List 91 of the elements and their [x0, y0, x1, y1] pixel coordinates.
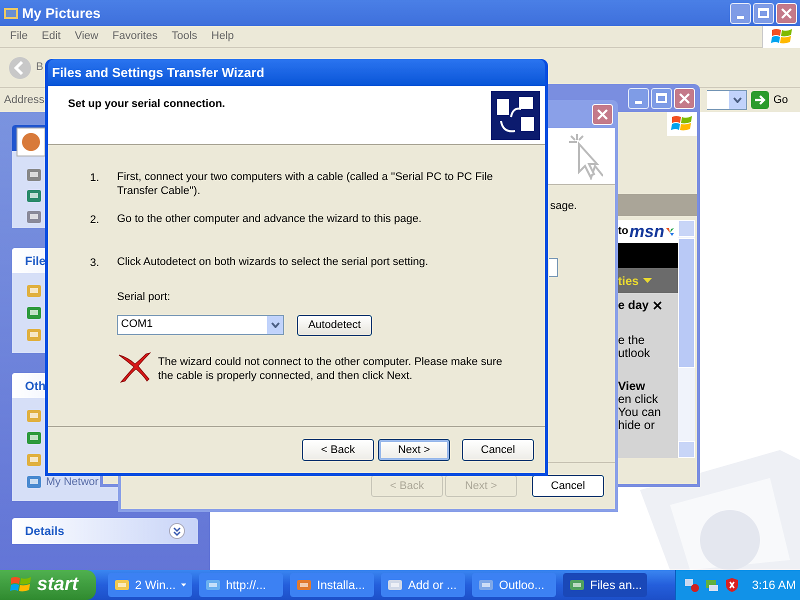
task-icon[interactable]	[26, 188, 42, 204]
msn-logo: msn	[629, 223, 664, 240]
taskbar-button[interactable]: Files an...	[563, 573, 647, 597]
panel-heading: e day	[618, 299, 649, 312]
picture-frame-icon	[16, 127, 46, 157]
taskbar-button[interactable]: Installa...	[290, 573, 374, 597]
go-button[interactable]: Go	[751, 91, 796, 109]
caret-icon	[180, 583, 186, 587]
menu-item[interactable]: File	[10, 28, 28, 45]
task-link[interactable]: My Networ	[46, 474, 99, 490]
task-icon[interactable]	[26, 209, 42, 225]
panel-heading: View	[618, 380, 646, 393]
taskbar-button[interactable]: http://...	[199, 573, 283, 597]
close-button[interactable]	[674, 88, 695, 108]
text-field[interactable]	[549, 258, 558, 276]
wizard-button[interactable]: < Back	[302, 439, 374, 461]
app-icon	[387, 577, 403, 593]
panel-text: hide or	[618, 419, 656, 432]
clock: 3:16 AM	[752, 577, 796, 594]
menu-item[interactable]: View	[74, 28, 98, 45]
menu-item[interactable]: Edit	[42, 28, 61, 45]
panel-text: e the	[618, 334, 646, 347]
close-icon	[679, 92, 690, 104]
windows-logo-icon	[770, 26, 792, 46]
task-icon[interactable]	[26, 430, 42, 446]
taskbar-button[interactable]: 2 Win...	[108, 573, 192, 597]
window-title: My Pictures	[22, 4, 102, 23]
step-text: First, connect your two computers with a cable (called a ''Serial PC to PC File Transfer Cable'').	[117, 170, 494, 198]
close-button[interactable]	[776, 2, 797, 24]
wizard-button[interactable]: Cancel	[532, 475, 604, 497]
task-icon[interactable]	[26, 327, 42, 343]
wizard-button[interactable]: Cancel	[462, 439, 534, 461]
network-icon[interactable]	[704, 577, 720, 593]
folder-icon	[3, 5, 19, 21]
step-number: 2.	[90, 213, 100, 228]
shield-icon[interactable]	[724, 577, 740, 593]
panel-text: en click	[618, 393, 660, 406]
menu-item[interactable]: Help	[211, 28, 234, 45]
section-title: Oth	[25, 378, 46, 394]
step-number: 1.	[90, 171, 100, 186]
taskbar-button[interactable]: Outloo...	[472, 573, 556, 597]
close-icon	[597, 108, 608, 120]
error-message: The wizard could not connect to the other computer. Please make sure the cable is properly connected, and then click Next.	[158, 354, 503, 382]
butterfly-icon	[665, 226, 676, 236]
task-icon[interactable]	[26, 283, 42, 299]
app-icon	[114, 577, 130, 593]
dropdown-arrow-icon	[642, 278, 652, 283]
address-field[interactable]	[707, 90, 748, 110]
window-title: Files and Settings Transfer Wizard	[52, 64, 264, 82]
network-icon[interactable]	[684, 577, 700, 593]
error-x-icon	[117, 350, 151, 382]
panel-text: to	[618, 224, 628, 240]
app-icon	[205, 577, 221, 593]
task-icon[interactable]	[26, 474, 42, 490]
close-icon[interactable]	[652, 301, 662, 310]
minimize-button[interactable]	[628, 88, 649, 108]
menu-item[interactable]: Favorites	[112, 28, 158, 45]
menu-item[interactable]: Tools	[172, 28, 198, 45]
serial-port-select[interactable]: COM1	[117, 314, 284, 334]
close-icon	[781, 8, 792, 18]
field-label: Serial port:	[117, 290, 172, 305]
task-icon[interactable]	[26, 305, 42, 321]
chevron-down-icon	[169, 522, 185, 538]
section-title: File	[25, 252, 46, 270]
banner	[618, 243, 678, 268]
autodetect-button[interactable]: Autodetect	[297, 314, 372, 336]
minimize-button[interactable]	[730, 2, 751, 24]
step-text: Click Autodetect on both wizards to select the serial port setting.	[117, 254, 430, 270]
taskbar-button[interactable]: Add or ...	[381, 573, 465, 597]
app-icon	[569, 577, 585, 593]
body-text: sage.	[550, 199, 577, 214]
wizard-button[interactable]: Next >	[378, 439, 450, 461]
app-icon	[478, 577, 494, 593]
panel-text: utlook	[618, 347, 652, 360]
task-icon[interactable]	[26, 408, 42, 424]
step-text: Go to the other computer and advance the wizard to this page.	[117, 212, 423, 227]
task-icon[interactable]	[26, 167, 42, 183]
app-icon	[296, 577, 312, 593]
wizard-heading: Set up your serial connection.	[68, 97, 226, 112]
computers-icon	[491, 91, 540, 140]
details-header[interactable]: Details	[12, 518, 198, 544]
maximize-button[interactable]	[651, 88, 672, 108]
address-label: Address	[4, 92, 44, 108]
close-button[interactable]	[592, 104, 613, 124]
scrollbar[interactable]	[678, 220, 695, 458]
step-number: 3.	[90, 256, 100, 270]
maximize-button[interactable]	[753, 2, 774, 24]
task-icon[interactable]	[26, 452, 42, 468]
panel-text: You can	[618, 406, 662, 419]
start-button[interactable]: start	[0, 570, 96, 600]
cursor-icon	[567, 132, 603, 180]
